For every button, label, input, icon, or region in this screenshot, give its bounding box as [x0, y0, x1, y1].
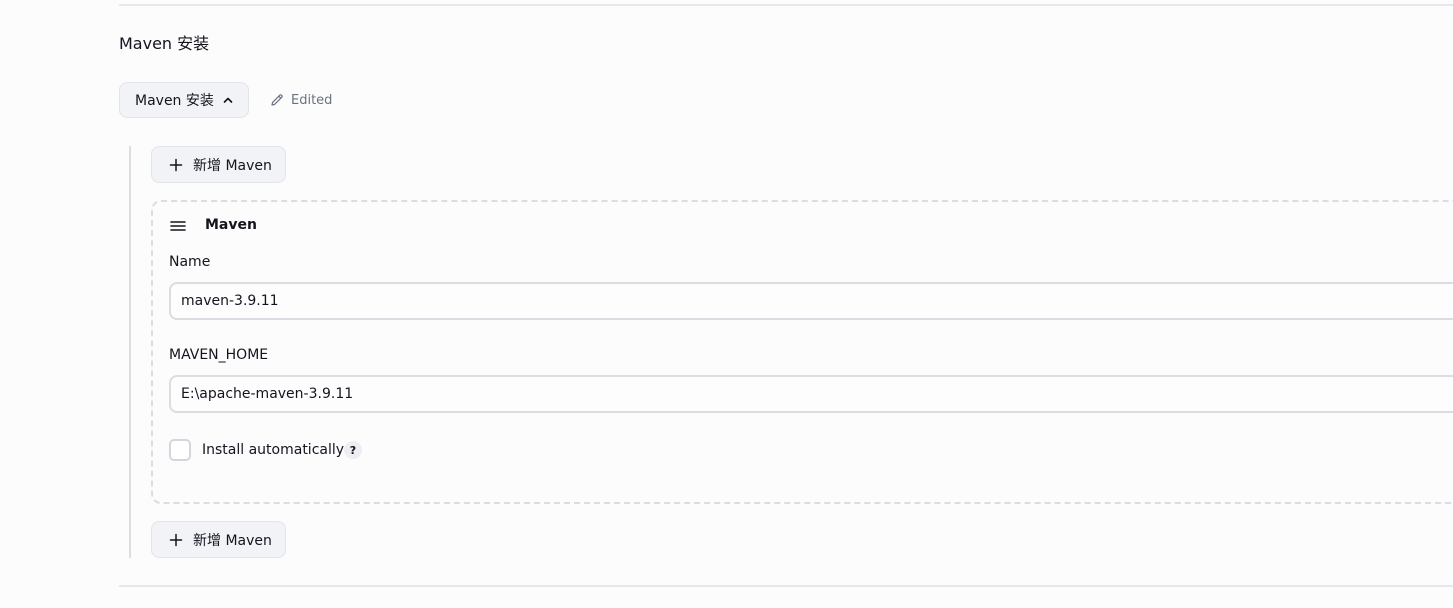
- collapse-button-label: Maven 安装: [135, 93, 214, 109]
- maven-install-collapse-button[interactable]: Maven 安装: [119, 82, 249, 118]
- add-maven-button-bottom[interactable]: 新增 Maven: [151, 521, 286, 558]
- name-label: Name: [169, 254, 211, 270]
- pencil-icon: [269, 92, 285, 108]
- chevron-up-icon: [222, 94, 234, 106]
- card-title: Maven: [205, 217, 257, 233]
- repeatable-rail: [129, 146, 131, 558]
- bottom-divider: [119, 585, 1453, 587]
- maven-home-label: MAVEN_HOME: [169, 347, 269, 363]
- help-icon[interactable]: ?: [344, 441, 362, 459]
- maven-home-input[interactable]: [169, 375, 1453, 413]
- install-automatically-checkbox[interactable]: [169, 439, 191, 461]
- drag-handle-icon[interactable]: [169, 218, 187, 234]
- edited-indicator: Edited: [269, 91, 332, 109]
- name-input[interactable]: [169, 282, 1453, 320]
- edited-label: Edited: [291, 92, 333, 108]
- maven-installation-card: [151, 200, 1453, 504]
- add-maven-button-top[interactable]: 新增 Maven: [151, 146, 286, 183]
- add-maven-label: 新增 Maven: [193, 157, 272, 174]
- plus-icon: [169, 158, 183, 172]
- install-automatically-label[interactable]: Install automatically: [202, 440, 344, 460]
- section-title: Maven 安装: [119, 34, 210, 53]
- maven-installations-page: Maven 安装 Maven 安装 Edited 新增 Maven Maven …: [0, 0, 1453, 608]
- plus-icon: [169, 533, 183, 547]
- add-maven-label: 新增 Maven: [193, 532, 272, 549]
- top-divider: [119, 4, 1453, 6]
